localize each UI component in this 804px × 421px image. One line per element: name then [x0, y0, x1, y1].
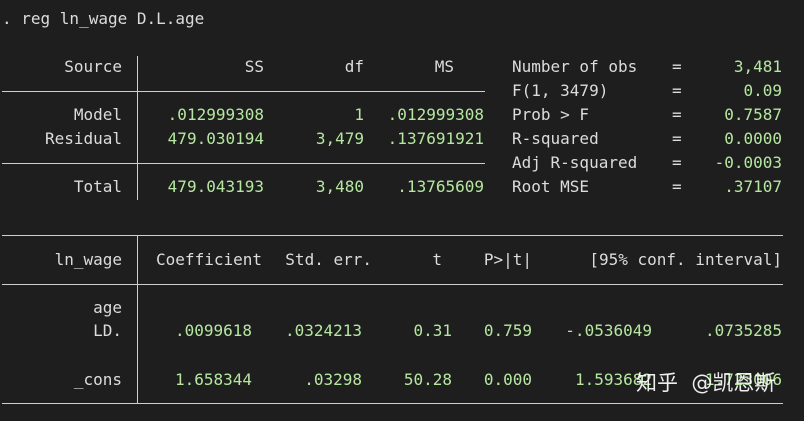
stat-label-probf: Prob > F — [512, 105, 590, 124]
coef-header-p: P>|t| — [483, 250, 532, 269]
anova-source-residual: Residual — [44, 129, 122, 148]
coef-cilo-ld: -.0536049 — [565, 321, 652, 340]
stat-value-nobs: 3,481 — [733, 57, 782, 76]
watermark-handle: @凯恩斯 — [691, 371, 776, 395]
coef-row-name-ld: LD. — [93, 321, 122, 340]
coef-header-stderr: Std. err. — [285, 250, 372, 269]
command-line: . reg ln_wage D.L.age — [2, 9, 205, 28]
stat-label-rmse: Root MSE — [512, 177, 590, 196]
coef-se-ld: .0324213 — [284, 321, 362, 340]
coef-t-ld: 0.31 — [413, 321, 452, 340]
stat-eq-probf: = — [672, 105, 682, 124]
coef-value-cons: 1.658344 — [174, 370, 252, 389]
coef-row-name-cons: _cons — [73, 370, 122, 389]
anova-source-total: Total — [73, 177, 122, 196]
stat-value-adjr2: -0.0003 — [714, 153, 782, 172]
stat-label-f: F(1, 3479) — [512, 81, 609, 100]
coef-bottom-rule-left — [2, 403, 137, 404]
anova-ss-model: .012999308 — [167, 105, 264, 124]
stat-eq-r2: = — [672, 129, 682, 148]
stat-eq-nobs: = — [672, 57, 682, 76]
coef-vertical-rule — [137, 235, 138, 404]
anova-ms-model: .012999308 — [387, 105, 484, 124]
anova-vertical-rule — [137, 56, 138, 200]
stat-eq-f: = — [672, 81, 682, 100]
anova-ss-total: 479.043193 — [167, 177, 264, 196]
coef-top-rule-left — [2, 235, 137, 236]
coef-header-depvar: ln_wage — [54, 250, 122, 269]
anova-ms-residual: .137691921 — [387, 129, 484, 148]
stat-label-r2: R-squared — [512, 129, 599, 148]
stat-eq-rmse: = — [672, 177, 682, 196]
coef-header-ci: [95% conf. interval] — [589, 250, 782, 269]
stat-label-nobs: Number of obs — [512, 57, 638, 76]
stat-value-f: 0.09 — [743, 81, 782, 100]
coef-value-ld: .0099618 — [174, 321, 252, 340]
coef-p-cons: 0.000 — [483, 370, 532, 389]
coef-group-age: age — [93, 298, 122, 317]
stat-value-r2: 0.0000 — [724, 129, 782, 148]
anova-df-residual: 3,479 — [315, 129, 364, 148]
watermark: 知乎 @凯恩斯 — [636, 370, 775, 396]
anova-df-model: 1 — [354, 105, 364, 124]
anova-total-rule-left — [2, 163, 137, 164]
stat-eq-adjr2: = — [672, 153, 682, 172]
coef-header-coefficient: Coefficient — [156, 250, 262, 269]
coef-t-cons: 50.28 — [403, 370, 452, 389]
anova-source-model: Model — [73, 105, 122, 124]
anova-header-df: df — [344, 57, 364, 76]
coef-p-ld: 0.759 — [483, 321, 532, 340]
coef-header-rule-right — [138, 284, 783, 285]
anova-header-source: Source — [64, 57, 122, 76]
coef-top-rule-right — [138, 235, 783, 236]
stat-value-rmse: .37107 — [724, 177, 782, 196]
anova-header-rule-left — [2, 91, 137, 92]
anova-header-rule-right — [138, 91, 485, 92]
coef-se-cons: .03298 — [304, 370, 362, 389]
anova-total-rule-right — [138, 163, 485, 164]
stat-label-adjr2: Adj R-squared — [512, 153, 638, 172]
anova-ms-total: .13765609 — [397, 177, 484, 196]
stat-value-probf: 0.7587 — [724, 105, 782, 124]
anova-df-total: 3,480 — [315, 177, 364, 196]
watermark-site: 知乎 — [636, 371, 678, 395]
coef-bottom-rule-right — [138, 403, 783, 404]
anova-header-ms: MS — [434, 57, 454, 76]
coef-header-t: t — [432, 250, 442, 269]
anova-header-ss: SS — [244, 57, 264, 76]
anova-ss-residual: 479.030194 — [167, 129, 264, 148]
coef-cihi-ld: .0735285 — [704, 321, 782, 340]
coef-header-rule-left — [2, 284, 137, 285]
